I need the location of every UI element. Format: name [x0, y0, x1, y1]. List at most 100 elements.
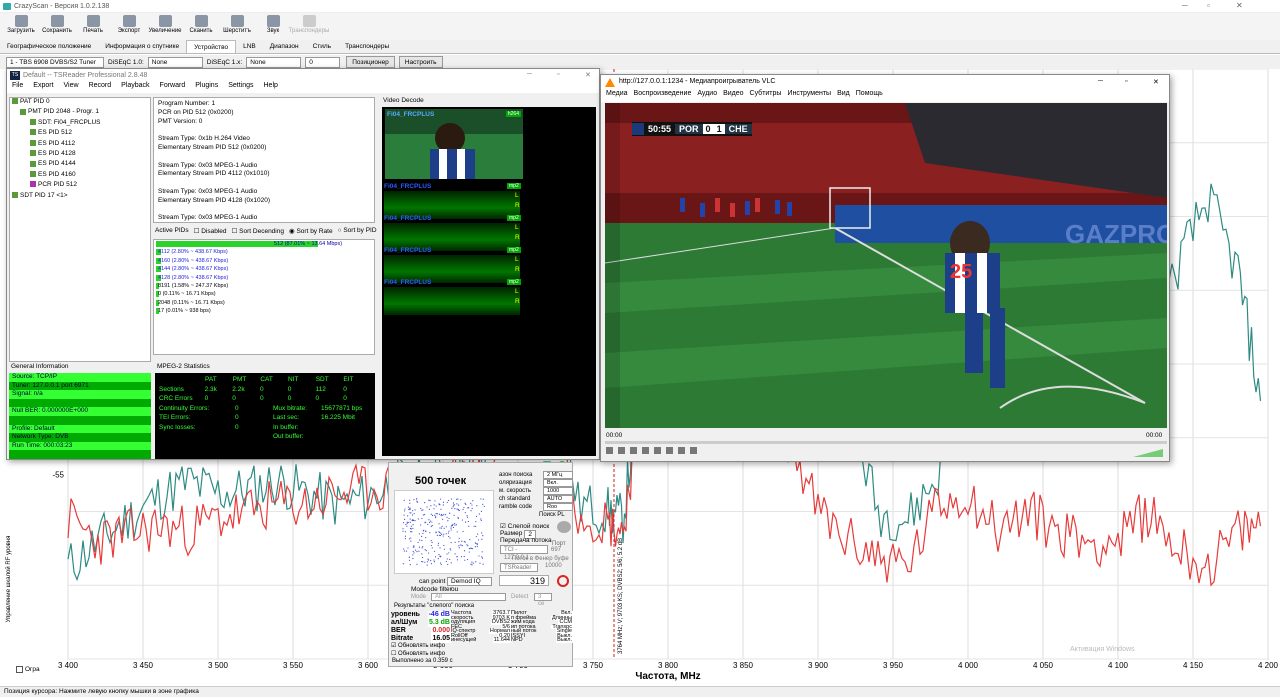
tree-node[interactable]: PCR PID 512 — [10, 181, 150, 191]
vlc-menu-медиа[interactable]: Медиа — [606, 90, 628, 102]
fullscreen-icon[interactable] — [654, 447, 661, 454]
vlc-close-icon[interactable]: ✕ — [1153, 78, 1159, 86]
vlc-menu-видео[interactable]: Видео — [723, 90, 743, 102]
pid-option-disabled[interactable]: ☐ Disabled — [194, 227, 227, 235]
pid-option-sort-decending[interactable]: ☐ Sort Decending — [232, 227, 284, 235]
scan-setting-value[interactable]: 1000 — [543, 487, 573, 495]
toolbar-button-0[interactable]: Загрузить — [6, 13, 36, 40]
pid-row[interactable]: 8191 (1.58% ~ 247.37 Kbps) — [154, 282, 374, 290]
pid-row[interactable]: 0 (0.11% ~ 16.71 Kbps) — [154, 290, 374, 298]
diseqc-number[interactable]: 0 — [305, 56, 341, 68]
stop-icon[interactable] — [630, 447, 637, 454]
pid-row[interactable]: 4144 (2.80% ~ 438.67 Kbps) — [154, 265, 374, 273]
tab-4[interactable]: Диапазон — [263, 40, 306, 53]
pid-option-sort-by-rate[interactable]: ◉ Sort by Rate — [289, 227, 333, 235]
toolbar-button-4[interactable]: Увеличение — [148, 13, 182, 40]
tab-1[interactable]: Информация о спутнике — [98, 40, 186, 53]
tree-node[interactable]: SDT PID 17 <1> — [10, 192, 150, 202]
tsreader-menu-help[interactable]: Help — [264, 82, 278, 93]
vlc-menu-помощь[interactable]: Помощь — [856, 90, 883, 102]
pid-row[interactable]: 512 (87.01% ~ 13.64 Mbps) — [154, 240, 374, 248]
scan-setting-value[interactable]: 2 МГц — [543, 471, 573, 479]
minimize-icon[interactable]: ─ — [1182, 1, 1188, 10]
tsreader-menu-view[interactable]: View — [64, 82, 79, 93]
scan-setting-value[interactable]: Roo — [543, 503, 573, 511]
shuffle-icon[interactable] — [690, 447, 697, 454]
pid-row[interactable]: 4160 (2.80% ~ 438.67 Kbps) — [154, 257, 374, 265]
limit-checkbox[interactable]: Огра — [16, 666, 40, 673]
blind-search-checkbox[interactable]: ☑ Слепой поиск — [500, 522, 549, 530]
update-info1-checkbox[interactable]: ☑ Обновлять инфо — [391, 642, 445, 649]
tsreader-menu-file[interactable]: File — [12, 82, 23, 93]
mode-select[interactable]: All — [431, 593, 506, 601]
port-field[interactable]: 697 — [551, 547, 561, 553]
setup-button[interactable]: Настроить — [398, 56, 443, 68]
scan-setting-value[interactable]: Вкл. — [543, 479, 573, 487]
tab-0[interactable]: Географическое положение — [0, 40, 98, 53]
diseqc11-select[interactable]: None — [246, 56, 302, 68]
video-frame[interactable]: GAZPROM 25 50:55 POR 0 1 CHE — [605, 103, 1167, 428]
tree-node[interactable]: ES PID 4160 — [10, 171, 150, 181]
vlc-menu-вид[interactable]: Вид — [837, 90, 850, 102]
vlc-minimize-icon[interactable]: ─ — [1098, 78, 1103, 85]
tab-6[interactable]: Транспондеры — [338, 40, 396, 53]
pid-row[interactable]: 4112 (2.80% ~ 438.67 Kbps) — [154, 248, 374, 256]
tsreader-select[interactable]: TSReader — [500, 563, 538, 572]
pid-row[interactable]: 17 (0.01% ~ 938 bps) — [154, 307, 374, 315]
close-icon[interactable]: ✕ — [1236, 1, 1243, 10]
buffer-field[interactable]: 10000 — [545, 563, 562, 569]
tsreader-minimize-icon[interactable]: ─ — [527, 71, 532, 78]
vlc-menu-воспроизведение[interactable]: Воспроизведение — [634, 90, 692, 102]
update-info2-checkbox[interactable]: ☐ Обновлять инфо — [391, 650, 445, 657]
toolbar-button-6[interactable]: Шерститъ — [222, 13, 252, 40]
loop-icon[interactable] — [678, 447, 685, 454]
toolbar-button-8[interactable]: Транспондеры — [289, 13, 329, 40]
tsreader-menu-plugins[interactable]: Plugins — [195, 82, 218, 93]
demod-select[interactable]: Demod IQ ou — [447, 577, 492, 593]
tree-node[interactable]: PMT PID 2048 - Progr. 1 — [10, 108, 150, 118]
vlc-menu-субтитры[interactable]: Субтитры — [750, 90, 782, 102]
stop-scan-icon[interactable] — [557, 575, 569, 587]
seek-bar[interactable] — [605, 441, 1167, 444]
pid-option-sort-by-pid[interactable]: ○ Sort by PID — [338, 227, 377, 235]
tsreader-menu-settings[interactable]: Settings — [228, 82, 253, 93]
volume-slider[interactable] — [1133, 449, 1163, 457]
next-icon[interactable] — [642, 447, 649, 454]
play-icon[interactable] — [606, 447, 613, 454]
tree-node[interactable]: PAT PID 0 — [10, 98, 150, 108]
tree-node[interactable]: ES PID 4112 — [10, 140, 150, 150]
toolbar-button-1[interactable]: Сохранить — [42, 13, 72, 40]
tab-2[interactable]: Устройство — [186, 40, 237, 53]
tab-3[interactable]: LNB — [236, 40, 263, 53]
positioner-button[interactable]: Позиционер — [346, 56, 395, 68]
toolbar-button-5[interactable]: Сканить — [186, 13, 216, 40]
search-pl-label[interactable]: Поиск PL — [539, 512, 565, 518]
pid-row[interactable]: 4128 (2.80% ~ 438.67 Kbps) — [154, 274, 374, 282]
scan-setting-value[interactable]: AUTO — [543, 495, 573, 503]
active-pids-list[interactable]: 512 (87.01% ~ 13.64 Mbps) 4112 (2.80% ~ 4… — [153, 239, 375, 355]
vlc-menu-аудио[interactable]: Аудио — [697, 90, 717, 102]
tsreader-menu-playback[interactable]: Playback — [121, 82, 149, 93]
tsreader-maximize-icon[interactable]: ▫ — [557, 71, 559, 78]
tree-node[interactable]: ES PID 4128 — [10, 150, 150, 160]
tree-node[interactable]: ES PID 4144 — [10, 160, 150, 170]
playlist-icon[interactable] — [666, 447, 673, 454]
vlc-menu-инструменты[interactable]: Инструменты — [787, 90, 831, 102]
vlc-maximize-icon[interactable]: ▫ — [1125, 78, 1127, 85]
detect-select[interactable]: 3 ce — [534, 593, 552, 607]
toolbar-button-3[interactable]: Экспорт — [114, 13, 144, 40]
toolbar-button-2[interactable]: Печать — [78, 13, 108, 40]
tsreader-menu-record[interactable]: Record — [89, 82, 112, 93]
ip-field[interactable]: TCI - 127.0.0.1 — [500, 545, 548, 561]
prev-icon[interactable] — [618, 447, 625, 454]
pid-tree[interactable]: PAT PID 0 PMT PID 2048 - Progr. 1 SDT: Fi0… — [9, 97, 151, 362]
satellite-dish-icon[interactable] — [557, 521, 571, 533]
tree-node[interactable]: SDT: Fi04_FRCPLUS — [10, 119, 150, 129]
pid-row[interactable]: 2048 (0.11% ~ 16.71 Kbps) — [154, 299, 374, 307]
tsreader-close-icon[interactable]: ✕ — [585, 71, 591, 79]
toolbar-button-7[interactable]: Звук — [258, 13, 288, 40]
limit-checkbox-box[interactable] — [16, 666, 23, 673]
tree-node[interactable]: ES PID 512 — [10, 129, 150, 139]
diseqc10-select[interactable]: None — [147, 56, 203, 68]
tsreader-menu-export[interactable]: Export — [33, 82, 53, 93]
